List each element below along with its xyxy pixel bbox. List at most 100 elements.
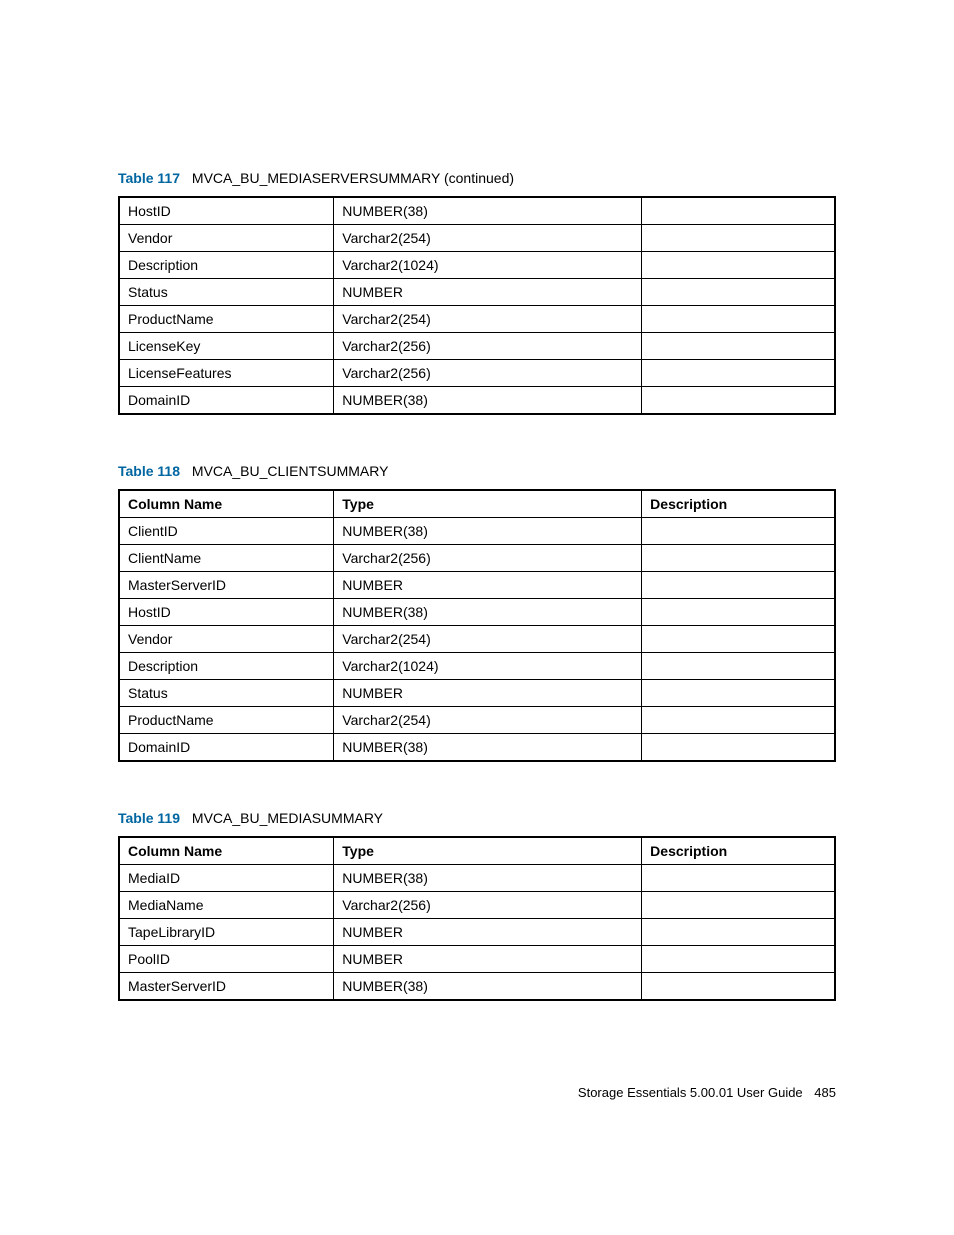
footer-text: Storage Essentials 5.00.01 User Guide [578, 1085, 803, 1100]
cell: MasterServerID [119, 572, 334, 599]
cell: MediaID [119, 865, 334, 892]
table-header-row: Column Name Type Description [119, 490, 835, 518]
cell: NUMBER [334, 279, 642, 306]
cell: NUMBER [334, 572, 642, 599]
cell [642, 946, 835, 973]
table-row: Description Varchar2(1024) [119, 653, 835, 680]
cell: Varchar2(256) [334, 892, 642, 919]
table-title: MVCA_BU_CLIENTSUMMARY [192, 463, 389, 479]
table-label: Table 118 [118, 463, 180, 479]
table-row: MasterServerID NUMBER(38) [119, 973, 835, 1001]
table-row: Vendor Varchar2(254) [119, 626, 835, 653]
table-row: LicenseKey Varchar2(256) [119, 333, 835, 360]
cell: Varchar2(1024) [334, 653, 642, 680]
cell [642, 360, 835, 387]
cell [642, 892, 835, 919]
table-row: TapeLibraryID NUMBER [119, 919, 835, 946]
cell: Varchar2(254) [334, 225, 642, 252]
table-row: Description Varchar2(1024) [119, 252, 835, 279]
table-row: ProductName Varchar2(254) [119, 306, 835, 333]
cell: NUMBER [334, 680, 642, 707]
table-row: Vendor Varchar2(254) [119, 225, 835, 252]
cell: ClientName [119, 545, 334, 572]
cell: ClientID [119, 518, 334, 545]
cell [642, 865, 835, 892]
table-caption-119: Table 119 MVCA_BU_MEDIASUMMARY [118, 810, 836, 826]
cell: Varchar2(254) [334, 626, 642, 653]
table-caption-117: Table 117 MVCA_BU_MEDIASERVERSUMMARY (co… [118, 170, 836, 186]
table-row: PoolID NUMBER [119, 946, 835, 973]
cell: Varchar2(254) [334, 707, 642, 734]
cell: Description [119, 653, 334, 680]
cell: NUMBER(38) [334, 387, 642, 415]
cell [642, 919, 835, 946]
table-title: MVCA_BU_MEDIASERVERSUMMARY (continued) [192, 170, 514, 186]
table-row: ProductName Varchar2(254) [119, 707, 835, 734]
cell: NUMBER(38) [334, 865, 642, 892]
table-118: Column Name Type Description ClientID NU… [118, 489, 836, 762]
cell: NUMBER [334, 919, 642, 946]
cell [642, 306, 835, 333]
table-row: DomainID NUMBER(38) [119, 387, 835, 415]
cell [642, 707, 835, 734]
cell: LicenseFeatures [119, 360, 334, 387]
cell [642, 572, 835, 599]
column-header: Description [642, 837, 835, 865]
cell: HostID [119, 197, 334, 225]
table-row: Status NUMBER [119, 279, 835, 306]
cell: HostID [119, 599, 334, 626]
cell [642, 518, 835, 545]
cell: LicenseKey [119, 333, 334, 360]
table-label: Table 119 [118, 810, 180, 826]
cell: MediaName [119, 892, 334, 919]
table-row: DomainID NUMBER(38) [119, 734, 835, 762]
cell [642, 279, 835, 306]
table-title: MVCA_BU_MEDIASUMMARY [192, 810, 383, 826]
cell: NUMBER(38) [334, 197, 642, 225]
table-row: MasterServerID NUMBER [119, 572, 835, 599]
cell: DomainID [119, 387, 334, 415]
cell: NUMBER(38) [334, 518, 642, 545]
cell: Varchar2(256) [334, 333, 642, 360]
cell: DomainID [119, 734, 334, 762]
cell: Status [119, 680, 334, 707]
table-row: ClientID NUMBER(38) [119, 518, 835, 545]
table-row: MediaName Varchar2(256) [119, 892, 835, 919]
cell [642, 680, 835, 707]
cell: ProductName [119, 306, 334, 333]
table-119: Column Name Type Description MediaID NUM… [118, 836, 836, 1001]
cell [642, 333, 835, 360]
cell: Varchar2(256) [334, 545, 642, 572]
cell: Varchar2(256) [334, 360, 642, 387]
cell: Vendor [119, 626, 334, 653]
cell: NUMBER(38) [334, 734, 642, 762]
cell: TapeLibraryID [119, 919, 334, 946]
cell [642, 225, 835, 252]
column-header: Type [334, 837, 642, 865]
cell [642, 734, 835, 762]
cell: PoolID [119, 946, 334, 973]
cell: Varchar2(1024) [334, 252, 642, 279]
cell [642, 599, 835, 626]
table-row: MediaID NUMBER(38) [119, 865, 835, 892]
cell: MasterServerID [119, 973, 334, 1001]
cell [642, 252, 835, 279]
column-header: Description [642, 490, 835, 518]
cell: Description [119, 252, 334, 279]
table-row: ClientName Varchar2(256) [119, 545, 835, 572]
cell: Status [119, 279, 334, 306]
cell: NUMBER [334, 946, 642, 973]
page-footer: Storage Essentials 5.00.01 User Guide 48… [578, 1085, 836, 1100]
table-header-row: Column Name Type Description [119, 837, 835, 865]
cell: NUMBER(38) [334, 599, 642, 626]
page: Table 117 MVCA_BU_MEDIASERVERSUMMARY (co… [0, 0, 954, 1235]
cell: Varchar2(254) [334, 306, 642, 333]
cell [642, 626, 835, 653]
page-number: 485 [814, 1085, 836, 1100]
cell [642, 653, 835, 680]
cell [642, 387, 835, 415]
table-caption-118: Table 118 MVCA_BU_CLIENTSUMMARY [118, 463, 836, 479]
table-row: Status NUMBER [119, 680, 835, 707]
cell [642, 197, 835, 225]
cell: NUMBER(38) [334, 973, 642, 1001]
